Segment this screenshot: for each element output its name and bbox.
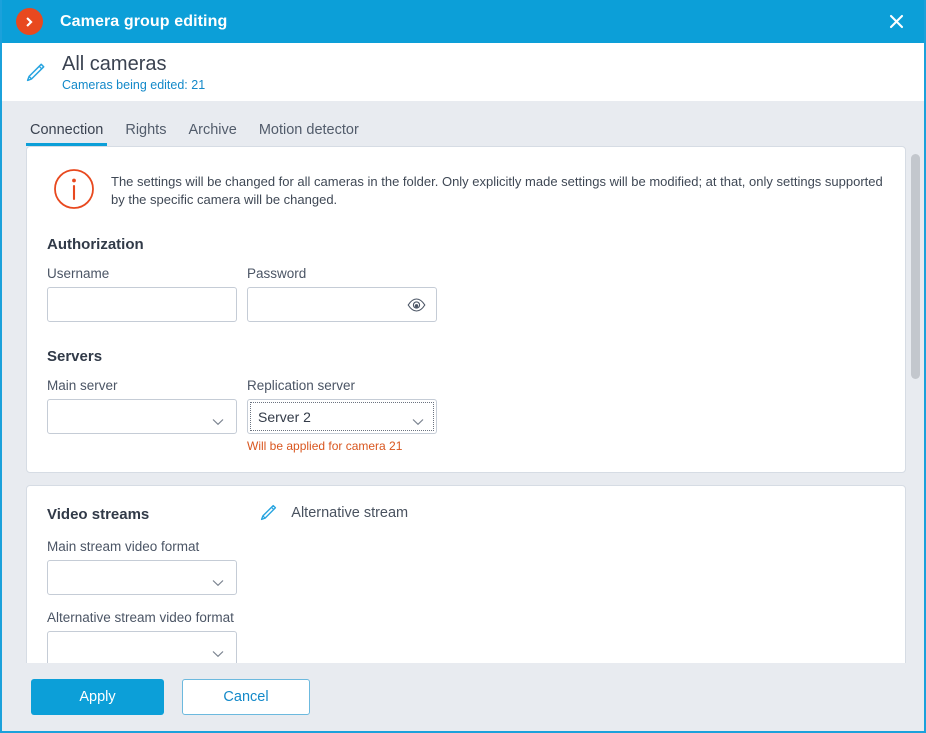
video-streams-header: Video streams Alternative stream [45, 502, 887, 524]
username-label: Username [47, 266, 110, 281]
username-input[interactable] [47, 287, 237, 322]
apply-button[interactable]: Apply [31, 679, 164, 715]
alt-stream-format-select[interactable] [47, 631, 237, 663]
chevron-down-icon [212, 645, 224, 657]
info-banner-text: The settings will be changed for all cam… [111, 174, 883, 207]
alt-stream-format-label: Alternative stream video format [47, 610, 234, 625]
authorization-section-title: Authorization [47, 236, 144, 253]
main-stream-format-select[interactable] [47, 560, 237, 595]
chevron-down-icon [412, 413, 424, 425]
authorization-fields: Username Password [45, 265, 887, 322]
chevron-down-icon [212, 574, 224, 586]
video-streams-section-title: Video streams [47, 505, 150, 523]
password-label: Password [247, 266, 307, 281]
cameras-edited-count: Cameras being edited: 21 [62, 77, 206, 92]
main-server-field-group: Main server [47, 377, 237, 454]
tab-archive[interactable]: Archive [177, 121, 247, 146]
replication-server-value: Server 2 [258, 408, 311, 425]
scrollbar-thumb[interactable] [911, 154, 920, 379]
settings-content: The settings will be changed for all cam… [26, 146, 906, 663]
main-stream-format-group: Main stream video format [45, 538, 887, 595]
info-banner: The settings will be changed for all cam… [45, 163, 887, 210]
close-icon[interactable] [868, 0, 924, 43]
tab-bar: Connection Rights Archive Motion detecto… [2, 101, 924, 146]
camera-group-editing-window: Camera group editing All cameras Cameras… [0, 0, 926, 733]
servers-fields: Main server Replication server Server 2 … [45, 377, 887, 454]
tab-connection[interactable]: Connection [26, 121, 114, 146]
window-title: Camera group editing [60, 12, 228, 30]
scrollbar-track[interactable] [911, 154, 920, 655]
alternative-stream-label: Alternative stream [291, 505, 409, 521]
dialog-footer: Apply Cancel [2, 663, 924, 731]
replication-server-label: Replication server [247, 378, 356, 393]
password-input[interactable] [247, 287, 437, 322]
eye-icon[interactable] [407, 297, 426, 312]
pencil-icon [257, 502, 279, 524]
chevron-right-circle-icon [16, 8, 43, 35]
tab-motion-detector[interactable]: Motion detector [248, 121, 370, 146]
main-server-select[interactable] [47, 399, 237, 434]
chevron-down-icon [212, 413, 224, 425]
title-bar: Camera group editing [2, 0, 924, 43]
username-field-group: Username [47, 265, 237, 322]
replication-server-select[interactable]: Server 2 [247, 399, 437, 434]
main-stream-format-label: Main stream video format [47, 539, 200, 554]
replication-server-validation: Will be applied for camera 21 [247, 439, 403, 453]
page-title: All cameras [62, 52, 167, 75]
password-field-group: Password [247, 265, 437, 322]
servers-section-title: Servers [47, 348, 103, 365]
info-circle-icon [53, 168, 95, 210]
alternative-stream-toggle[interactable]: Alternative stream [257, 502, 408, 524]
dialog-header: All cameras Cameras being edited: 21 [2, 43, 924, 101]
cancel-button[interactable]: Cancel [182, 679, 310, 715]
alt-stream-format-group: Alternative stream video format [45, 609, 887, 663]
replication-server-field-group: Replication server Server 2 Will be appl… [247, 377, 437, 454]
main-server-label: Main server [47, 378, 118, 393]
tab-rights[interactable]: Rights [114, 121, 177, 146]
settings-scroll-region: The settings will be changed for all cam… [2, 146, 924, 663]
video-streams-card: Video streams Alternative stream Main st… [26, 485, 906, 663]
pencil-icon [22, 60, 48, 86]
connection-settings-card: The settings will be changed for all cam… [26, 146, 906, 473]
